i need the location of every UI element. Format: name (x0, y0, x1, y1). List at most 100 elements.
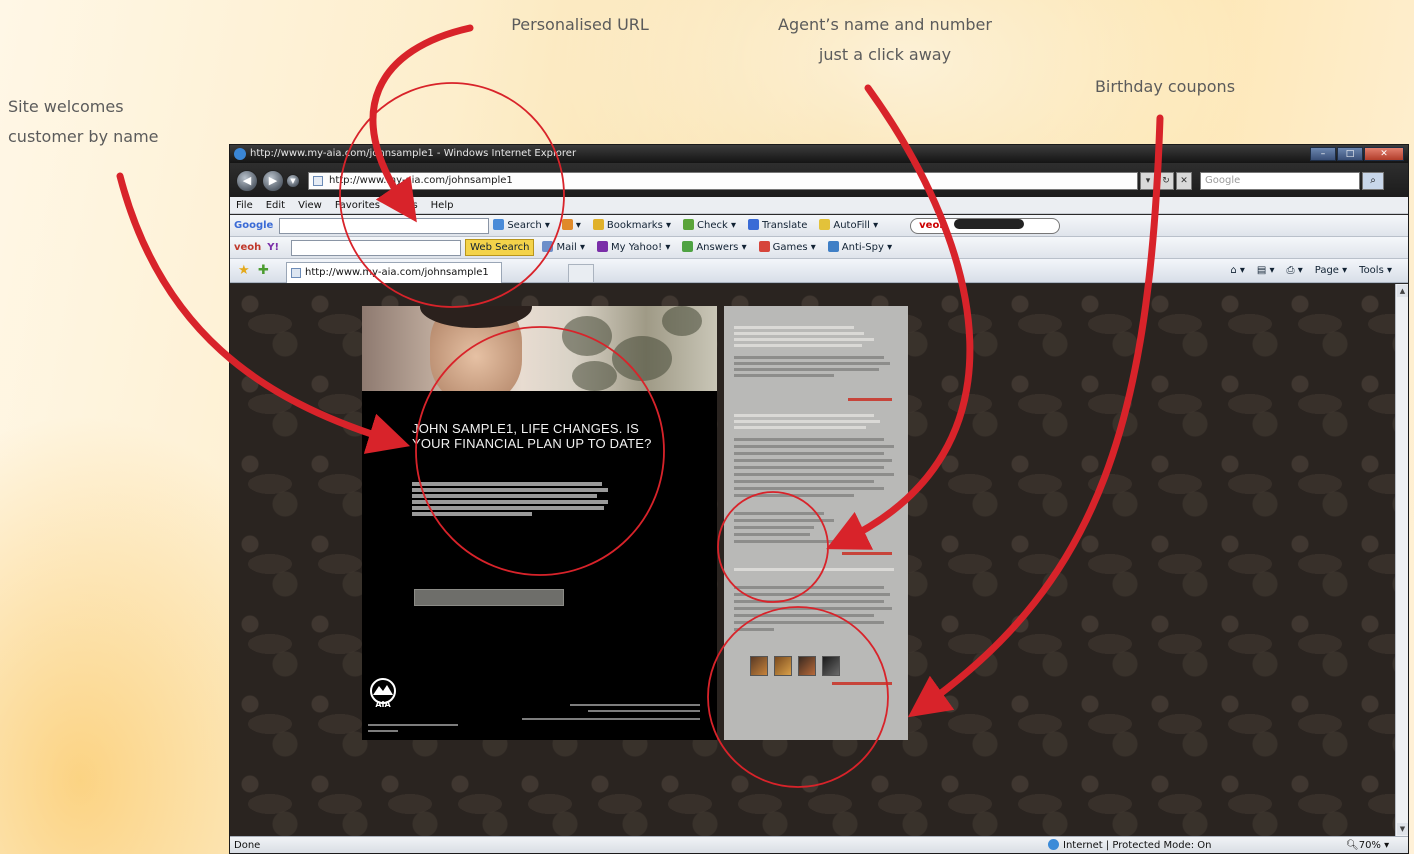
address-bar[interactable]: http://www.my-aia.com/johnsample1 (308, 172, 1138, 190)
google-search-button[interactable]: Search ▾ (493, 215, 550, 237)
callout-welcome-line1: Site welcomes (8, 97, 124, 116)
print-icon[interactable]: ⎙ ▾ (1287, 264, 1303, 278)
veoh-badge[interactable]: veoh (910, 217, 1061, 234)
answers-button[interactable]: Answers ▾ (682, 237, 747, 259)
coupon-thumbnail[interactable] (774, 656, 792, 676)
search-icon[interactable]: ⌕ (1362, 172, 1384, 190)
translate-icon (747, 218, 759, 230)
callout-birthday-coupons: Birthday coupons (1094, 77, 1236, 96)
callout-agent-line1: Agent’s name and number (778, 15, 992, 34)
browser-window: http://www.my-aia.com/johnsample1 - Wind… (229, 144, 1409, 854)
mail-button[interactable]: Mail ▾ (542, 237, 585, 259)
security-zone[interactable]: Internet | Protected Mode: On (1048, 837, 1211, 853)
birthday-coupons (750, 656, 840, 676)
games-icon (758, 240, 770, 252)
navigation-row: ◀ ▶ ▼ http://www.my-aia.com/johnsample1 … (230, 163, 1408, 197)
spellcheck-icon (683, 218, 694, 230)
svg-text:AIA: AIA (375, 700, 391, 708)
shield-icon (827, 240, 839, 252)
hero-photo (362, 306, 717, 391)
check-button[interactable]: Check ▾ (683, 215, 736, 237)
read-more-link[interactable] (848, 398, 892, 401)
address-tools: ▾ ↻ ✕ (1140, 172, 1192, 190)
callout-agent-line2: just a click away (818, 45, 952, 64)
page-menu[interactable]: Page ▾ (1315, 264, 1347, 278)
menu-help[interactable]: Help (431, 197, 454, 213)
web-search-button[interactable]: Web Search (465, 239, 535, 256)
menu-view[interactable]: View (298, 197, 322, 213)
forward-button[interactable]: ▶ (262, 170, 284, 192)
agent-name (734, 512, 824, 515)
menu-file[interactable]: File (236, 197, 253, 213)
yahoo-icon[interactable]: Y! (267, 237, 279, 259)
hero-column: JOHN SAMPLE1, LIFE CHANGES. IS YOUR FINA… (362, 306, 717, 740)
zoom-level[interactable]: 🔍︎70% ▾ (1346, 837, 1389, 853)
games-button[interactable]: Games ▾ (758, 237, 816, 259)
callout-personalised-url: Personalised URL (511, 15, 649, 34)
search-input[interactable]: Google (1200, 172, 1360, 190)
tab-current[interactable]: http://www.my-aia.com/johnsample1 (286, 262, 502, 283)
zoom-icon: 🔍︎ (1346, 840, 1359, 851)
new-tab-button[interactable] (568, 264, 594, 283)
coupon-thumbnail[interactable] (822, 656, 840, 676)
veoh-toolbar-logo: veoh (234, 241, 262, 253)
scroll-down-icon[interactable]: ▼ (1397, 823, 1408, 835)
stop-icon[interactable]: ✕ (1176, 172, 1192, 190)
close-button[interactable]: ✕ (1364, 147, 1404, 161)
print-coupons-link[interactable] (832, 682, 892, 685)
title-bar: http://www.my-aia.com/johnsample1 - Wind… (230, 145, 1408, 163)
tab-title: http://www.my-aia.com/johnsample1 (305, 267, 489, 278)
feeds-icon[interactable]: ▤ ▾ (1257, 264, 1275, 278)
get-financial-plan-button[interactable] (414, 589, 564, 606)
tools-menu[interactable]: Tools ▾ (1359, 264, 1392, 278)
veoh-toolbar: veoh Y! Web Search Mail ▾ My Yahoo! ▾ An… (230, 237, 1408, 259)
veoh-search-input[interactable] (291, 239, 462, 256)
window-title: http://www.my-aia.com/johnsample1 - Wind… (250, 148, 577, 159)
menu-favorites[interactable]: Favorites (335, 197, 380, 213)
google-toolbar-logo: Google (234, 219, 274, 231)
minimize-button[interactable]: – (1310, 147, 1336, 161)
contact-agent-link[interactable] (842, 552, 892, 555)
my-yahoo-button[interactable]: My Yahoo! ▾ (596, 237, 670, 259)
google-search-input[interactable] (279, 217, 490, 234)
maximize-button[interactable]: □ (1337, 147, 1363, 161)
back-button[interactable]: ◀ (236, 170, 258, 192)
page-icon (313, 176, 323, 186)
page-icon (291, 268, 301, 278)
agent-company (734, 519, 834, 522)
answers-icon (682, 240, 694, 252)
agent-phone (734, 526, 814, 529)
coupon-thumbnail[interactable] (750, 656, 768, 676)
recent-pages-dropdown-icon[interactable]: ▼ (286, 174, 300, 188)
mail-icon (542, 240, 554, 252)
translate-button[interactable]: Translate (747, 215, 807, 237)
favorites-star-icon[interactable]: ★ (238, 264, 252, 278)
menu-bar: File Edit View Favorites Tools Help (230, 197, 1408, 214)
bookmarks-button[interactable]: Bookmarks ▾ (592, 215, 671, 237)
toolbar-popup-icon[interactable]: ▾ (561, 215, 581, 237)
yahoo-icon (596, 240, 608, 252)
menu-tools[interactable]: Tools (393, 197, 418, 213)
globe-icon (1048, 839, 1059, 850)
anti-spy-button[interactable]: Anti-Spy ▾ (827, 237, 892, 259)
window-controls: – □ ✕ (1310, 147, 1404, 161)
autofill-button[interactable]: AutoFill ▾ (819, 215, 878, 237)
search-icon (493, 218, 505, 230)
address-text: http://www.my-aia.com/johnsample1 (329, 175, 513, 186)
intro-text-block (412, 482, 612, 518)
refresh-icon[interactable]: ↻ (1158, 172, 1174, 190)
home-icon[interactable]: ⌂ ▾ (1230, 264, 1245, 278)
autofill-icon (819, 218, 831, 230)
status-bar: Done Internet | Protected Mode: On 🔍︎70%… (230, 836, 1408, 853)
add-favorites-icon[interactable]: ✚ (258, 264, 272, 278)
coupon-thumbnail[interactable] (798, 656, 816, 676)
menu-edit[interactable]: Edit (266, 197, 285, 213)
google-toolbar: Google Search ▾ ▾ Bookmarks ▾ Check ▾ Tr… (230, 215, 1408, 237)
welcome-headline: JOHN SAMPLE1, LIFE CHANGES. IS YOUR FINA… (412, 421, 652, 451)
address-dropdown-icon[interactable]: ▾ (1140, 172, 1156, 190)
scroll-up-icon[interactable]: ▲ (1397, 285, 1408, 297)
vertical-scrollbar[interactable]: ▲ ▼ (1395, 284, 1408, 836)
ie-logo-icon (234, 148, 246, 160)
callout-welcome-line2: customer by name (8, 127, 159, 146)
command-bar: ⌂ ▾ ▤ ▾ ⎙ ▾ Page ▾ Tools ▾ (1230, 264, 1392, 278)
